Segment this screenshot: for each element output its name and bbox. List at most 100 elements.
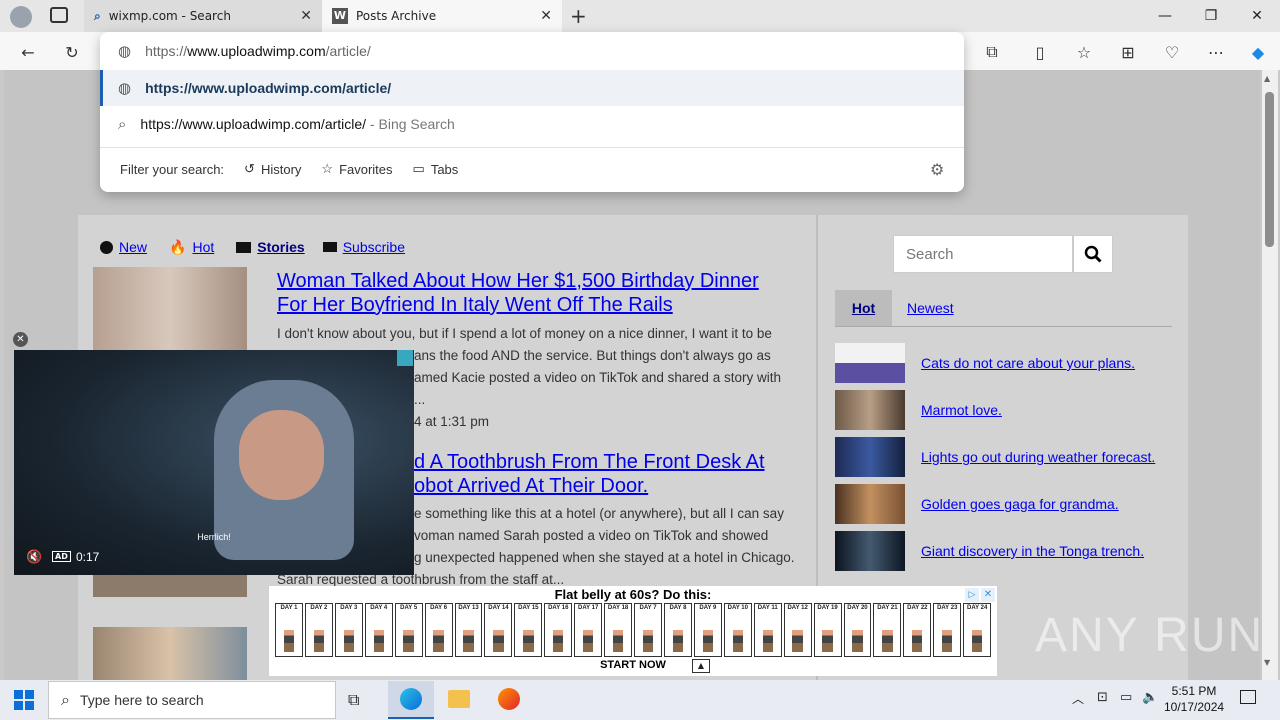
ad-exercise-figure	[702, 630, 714, 652]
tab-actions-icon[interactable]	[50, 7, 68, 23]
profile-avatar[interactable]	[10, 6, 32, 28]
notifications-icon[interactable]	[1240, 690, 1256, 704]
sidebar-thumbnail	[835, 484, 905, 524]
chevron-up-icon[interactable]: ▲	[692, 659, 710, 673]
ad-exercise-figure	[313, 630, 325, 652]
chevron-up-icon[interactable]: ︿	[1072, 690, 1084, 707]
filter-tabs[interactable]: ▭ Tabs	[413, 161, 459, 177]
address-bar[interactable]: ◍ https://www.uploadwimp.com/article/	[100, 33, 964, 69]
ad-badge: AD	[52, 551, 71, 562]
suggestion-url[interactable]: ◍ https://www.uploadwimp.com/article/	[100, 70, 964, 106]
refresh-icon[interactable]: ↻	[58, 40, 86, 64]
ad-exercise-figure	[882, 630, 893, 652]
ad-banner[interactable]: Flat belly at 60s? Do this: ▷ ✕ DAY 1 DAY…	[269, 586, 997, 676]
nav-subscribe[interactable]: Subscribe	[343, 239, 405, 255]
adchoices-icon[interactable]: ▷	[965, 588, 979, 602]
clock[interactable]: 5:51 PM 10/17/2024	[1164, 683, 1224, 715]
watermark: ANY RUN	[1035, 609, 1265, 662]
tab-posts-archive[interactable]: W Posts Archive ✕	[322, 0, 562, 32]
edge-taskbar-icon[interactable]	[388, 681, 434, 719]
close-tab-icon[interactable]: ✕	[300, 8, 312, 24]
volume-icon[interactable]: 🔈	[1142, 690, 1158, 705]
tab-search[interactable]: ⌕ wixmp.com - Search ✕	[84, 0, 322, 32]
scrollbar-thumb[interactable]	[1265, 92, 1274, 247]
nav-stories[interactable]: Stories	[257, 239, 304, 255]
ad-day-cell: DAY 15	[514, 603, 543, 657]
minimize-icon[interactable]: —	[1142, 0, 1188, 32]
article-thumbnail[interactable]	[93, 267, 247, 352]
sidebar-item[interactable]: Cats do not care about your plans.	[835, 343, 1175, 383]
ad-exercise-figure	[463, 630, 474, 652]
ad-exercise-figure	[343, 630, 354, 652]
article-thumbnail[interactable]	[93, 575, 247, 597]
article-thumbnail[interactable]	[93, 627, 247, 680]
tab-hot[interactable]: Hot	[835, 290, 892, 326]
tab-newest[interactable]: Newest	[907, 290, 954, 326]
sidebar-thumbnail	[835, 390, 905, 430]
firefox-icon[interactable]	[498, 688, 520, 710]
sidebar-search-input[interactable]: Search	[893, 235, 1073, 273]
divider	[835, 326, 1172, 327]
display-icon[interactable]: ▭	[1120, 690, 1132, 705]
ad-day-cell: DAY 10	[723, 603, 752, 657]
ad-day-cell: DAY 4	[364, 603, 393, 657]
sidebar-thumbnail	[835, 531, 905, 571]
address-input[interactable]: https://www.uploadwimp.com/article/	[145, 43, 371, 59]
nav-hot[interactable]: Hot	[192, 239, 214, 255]
ad-exercise-figure	[373, 630, 384, 652]
scroll-up-icon[interactable]: ▲	[1264, 74, 1270, 83]
divider	[100, 147, 964, 148]
more-menu-icon[interactable]: ⋯	[1202, 40, 1230, 64]
collections-icon[interactable]: ⊞	[1114, 40, 1142, 64]
search-icon: ⌕	[61, 690, 70, 709]
ad-headline: Flat belly at 60s? Do this:	[554, 587, 712, 602]
video-info-icon[interactable]	[397, 350, 413, 366]
close-window-icon[interactable]: ✕	[1234, 0, 1280, 32]
ad-day-cell: DAY 16	[544, 603, 573, 657]
fire-icon: 🔥	[169, 238, 187, 255]
ad-exercise-figure	[433, 630, 444, 652]
ad-day-cell: DAY 13	[454, 603, 483, 657]
gear-icon[interactable]: ⚙	[930, 160, 944, 179]
sidebar-item[interactable]: Lights go out during weather forecast.	[835, 437, 1175, 477]
restore-icon[interactable]: ❐	[1188, 0, 1234, 32]
floating-video-player[interactable]: Herrlich! 🔇 AD 0:17	[14, 350, 414, 575]
split-screen-icon[interactable]: ▯	[1026, 40, 1054, 64]
file-explorer-icon[interactable]	[448, 690, 470, 708]
mute-icon[interactable]: 🔇	[26, 550, 42, 565]
task-view-icon[interactable]: ⧉	[348, 690, 359, 710]
taskbar-search[interactable]: ⌕ Type here to search	[48, 681, 336, 719]
nav-new[interactable]: New	[119, 239, 147, 255]
ad-day-cell: DAY 24	[963, 603, 992, 657]
new-tab-icon[interactable]: +	[570, 4, 590, 28]
copilot-icon[interactable]: ◆	[1244, 40, 1272, 64]
extensions-icon[interactable]: ⧉	[978, 40, 1006, 64]
sidebar-item[interactable]: Marmot love.	[835, 390, 1175, 430]
sidebar-thumbnail	[835, 343, 905, 383]
ad-exercise-figure	[762, 630, 773, 652]
suggestion-search[interactable]: ⌕ https://www.uploadwimp.com/article/ - …	[100, 106, 964, 142]
search-button[interactable]	[1073, 235, 1113, 273]
article-excerpt: e something like this at a hotel (or any…	[414, 506, 795, 565]
back-icon[interactable]: ←	[14, 40, 42, 64]
close-tab-icon[interactable]: ✕	[540, 8, 552, 24]
filter-history[interactable]: ↺ History	[244, 161, 301, 177]
network-icon[interactable]: ⊡	[1097, 690, 1108, 705]
close-ad-icon[interactable]: ✕	[981, 588, 995, 602]
favorites-icon[interactable]: ☆	[1070, 40, 1098, 64]
ad-exercise-figure	[852, 630, 863, 652]
article-title[interactable]: d A Toothbrush From The Front Desk At ob…	[414, 450, 814, 498]
browser-essentials-icon[interactable]: ♡	[1158, 40, 1186, 64]
windows-start-icon[interactable]	[14, 690, 34, 710]
sidebar-item[interactable]: Giant discovery in the Tonga trench.	[835, 531, 1175, 571]
ad-exercise-figure	[732, 630, 743, 652]
tabs-icon: ▭	[412, 161, 425, 176]
close-video-icon[interactable]: ✕	[13, 332, 28, 347]
sidebar-item[interactable]: Golden goes gaga for grandma.	[835, 484, 1175, 524]
scroll-down-icon[interactable]: ▼	[1264, 658, 1270, 667]
filter-favorites[interactable]: ☆ Favorites	[321, 161, 392, 177]
article-title[interactable]: Woman Talked About How Her $1,500 Birthd…	[277, 269, 807, 317]
article-card: Woman Talked About How Her $1,500 Birthd…	[277, 269, 807, 317]
ad-cta[interactable]: START NOW	[269, 659, 997, 671]
search-icon: ⌕	[94, 8, 101, 23]
